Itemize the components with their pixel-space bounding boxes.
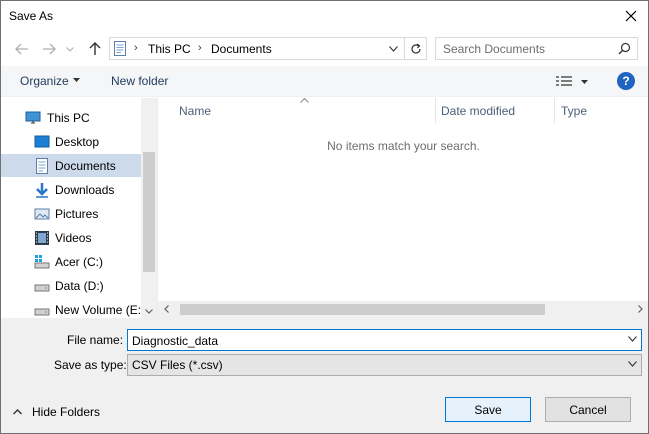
file-name-dropdown-icon[interactable] [628, 336, 637, 342]
drive-icon [34, 308, 50, 316]
up-arrow-icon [89, 42, 101, 55]
sidebar-item-label: Pictures [55, 207, 99, 221]
up-button[interactable] [86, 40, 104, 58]
address-bar[interactable]: › This PC › Documents [109, 37, 427, 60]
back-arrow-icon [15, 43, 28, 55]
documents-icon [36, 158, 48, 174]
search-input[interactable] [443, 41, 613, 56]
search-box[interactable] [435, 37, 638, 60]
scroll-down-icon[interactable] [145, 309, 153, 314]
download-arrow-icon [36, 183, 48, 198]
column-header-name[interactable]: Name [158, 98, 435, 123]
help-button[interactable]: ? [617, 72, 635, 90]
sidebar-item-label: Videos [55, 231, 92, 245]
search-icon[interactable] [618, 42, 631, 55]
organize-button[interactable]: Organize [20, 74, 69, 88]
sidebar-scrollbar[interactable] [141, 98, 157, 318]
sidebar-item-label: Acer (C:) [55, 255, 103, 269]
column-header-date-modified[interactable]: Date modified [435, 98, 554, 123]
cancel-button[interactable]: Cancel [545, 397, 631, 422]
scroll-right-icon[interactable] [638, 305, 643, 313]
sidebar-item-this-pc[interactable]: This PC [1, 106, 141, 129]
forward-arrow-icon [43, 43, 56, 55]
close-button[interactable] [614, 1, 648, 31]
save-form: File name: Save as type: CSV Files (*.cs… [1, 318, 648, 433]
breadcrumb-separator-icon: › [134, 42, 138, 54]
column-label: Type [561, 104, 588, 118]
file-list: Name Date modified Type No items match y… [157, 98, 648, 318]
sidebar-item-label: This PC [47, 111, 90, 125]
sidebar-item-desktop[interactable]: Desktop [1, 130, 141, 153]
recent-locations-button[interactable] [64, 40, 76, 58]
address-dropdown-icon[interactable] [389, 46, 398, 52]
refresh-icon [410, 43, 421, 54]
horizontal-scroll-thumb[interactable] [180, 304, 545, 315]
command-toolbar: Organize New folder ? [1, 66, 648, 97]
drive-icon [34, 284, 50, 292]
file-name-input[interactable] [132, 333, 612, 348]
sidebar-item-data-d[interactable]: Data (D:) [1, 274, 141, 297]
details-view-icon [556, 76, 572, 86]
title-bar: Save As [1, 1, 648, 32]
save-as-type-value: CSV Files (*.csv) [132, 358, 223, 372]
scroll-left-icon[interactable] [164, 305, 169, 313]
videos-icon [35, 231, 49, 245]
save-as-dialog: Save As › This PC › Documents Search Doc… [0, 0, 649, 434]
back-button[interactable] [13, 40, 31, 58]
file-name-combo[interactable] [127, 329, 642, 351]
sidebar-item-label: Documents [55, 159, 116, 173]
navigation-bar: › This PC › Documents [1, 32, 648, 66]
breadcrumb-this-pc[interactable]: This PC [148, 42, 191, 56]
windows-drive-icon [34, 255, 50, 269]
sidebar-scroll-thumb[interactable] [143, 152, 155, 272]
pictures-icon [34, 208, 50, 220]
save-type-dropdown-icon[interactable] [628, 361, 637, 367]
new-folder-button[interactable]: New folder [111, 74, 168, 88]
organize-caret-icon[interactable] [73, 78, 80, 82]
chevron-up-icon [13, 409, 22, 415]
close-icon [625, 10, 637, 22]
column-header-type[interactable]: Type [554, 98, 648, 123]
change-view-button[interactable] [556, 74, 590, 90]
breadcrumb-documents[interactable]: Documents [211, 42, 272, 56]
view-caret-icon [581, 80, 588, 84]
sidebar-item-acer-c[interactable]: Acer (C:) [1, 250, 141, 273]
forward-button[interactable] [40, 40, 58, 58]
window-title: Save As [9, 9, 54, 23]
empty-list-message: No items match your search. [327, 139, 480, 153]
navigation-pane: This PC Desktop Documents Downloads Pict… [1, 98, 157, 318]
sidebar-item-pictures[interactable]: Pictures [1, 202, 141, 225]
save-as-type-select[interactable]: CSV Files (*.csv) [127, 354, 642, 376]
desktop-icon [34, 135, 50, 148]
refresh-button[interactable] [404, 38, 426, 59]
breadcrumb-separator-icon: › [198, 42, 202, 54]
sidebar-item-documents[interactable]: Documents [1, 154, 141, 177]
computer-icon [25, 111, 41, 124]
file-name-label: File name: [67, 333, 124, 347]
save-button[interactable]: Save [445, 397, 531, 422]
sidebar-item-label: Desktop [55, 135, 100, 149]
sidebar-item-label: New Volume (E:) [55, 303, 146, 317]
horizontal-scrollbar[interactable] [158, 301, 648, 318]
sidebar-item-videos[interactable]: Videos [1, 226, 141, 249]
chevron-down-icon [66, 46, 74, 52]
sidebar-item-downloads[interactable]: Downloads [1, 178, 141, 201]
sidebar-item-label: Downloads [55, 183, 115, 197]
save-as-type-label: Save as type: [54, 358, 127, 372]
hide-folders-label: Hide Folders [32, 405, 101, 419]
column-label: Name [179, 104, 212, 118]
column-label: Date modified [441, 104, 516, 118]
documents-location-icon [114, 41, 126, 56]
sidebar-item-new-volume-e[interactable]: New Volume (E:) [1, 298, 145, 318]
sidebar-item-label: Data (D:) [55, 279, 104, 293]
